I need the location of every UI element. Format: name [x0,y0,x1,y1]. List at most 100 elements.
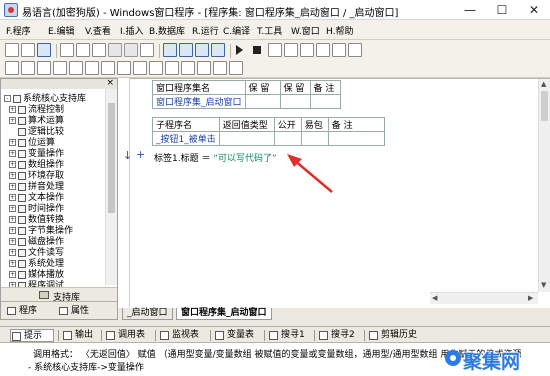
code-line[interactable]: 标签1.标题 ＝ “可以写代码了” [154,151,277,164]
assembly-cell[interactable] [309,94,341,109]
tab-output[interactable]: 输出 [62,329,93,342]
menu-view[interactable]: V.查看 [85,24,111,37]
doc-tab-start-window[interactable]: _启动窗口 [122,308,173,320]
tree-item-text[interactable]: + 文本操作 [9,193,64,204]
tree-item-bytes[interactable]: + 字节集操作 [9,226,73,237]
tab-watch-table[interactable]: 监视表 [159,329,199,342]
tab-tips[interactable]: 提示 [10,329,54,342]
tree-item-core-library[interactable]: - 系统核心支持库 [4,94,86,105]
tree-item-disk[interactable]: + 磁盘操作 [9,237,64,248]
tab-order-icon[interactable] [213,61,227,75]
close-icon[interactable]: × [106,78,114,88]
undo-icon[interactable] [108,43,122,57]
step-out-icon[interactable] [300,43,314,57]
library-scrollbar[interactable] [105,89,117,285]
menu-tools[interactable]: T.工具 [257,24,282,37]
minimize-button[interactable]: — [454,0,486,20]
v-space-icon[interactable] [165,61,179,75]
paste-icon[interactable] [92,43,106,57]
menu-window[interactable]: W.窗口 [291,24,320,37]
find-icon[interactable] [140,43,154,57]
editor-horizontal-scrollbar[interactable]: ◀ ▶ [430,292,538,304]
editor-vertical-scrollbar[interactable]: ▲ ▼ [538,79,550,292]
scroll-up-icon[interactable]: ▲ [541,80,546,88]
tab-clip-history[interactable]: 剪辑历史 [368,329,417,342]
align-middle-icon[interactable] [69,61,83,75]
menu-edit[interactable]: E.编辑 [48,24,75,37]
save-icon[interactable] [37,43,51,57]
sub-cell[interactable] [327,131,385,146]
menu-help[interactable]: H.帮助 [326,24,353,37]
maximize-button[interactable]: ☐ [486,0,518,20]
scroll-right-icon[interactable]: ▶ [528,294,533,302]
menu-program[interactable]: F.程序 [6,24,31,37]
tab-search2[interactable]: 搜寻2 [318,329,355,342]
tree-item-system[interactable]: + 系统处理 [9,259,64,270]
menu-database[interactable]: B.数据库 [149,24,185,37]
h-space-icon[interactable] [149,61,163,75]
doc-tab-assembly[interactable]: 窗口程序集_启动窗口 [176,308,272,320]
center-v-icon[interactable] [197,61,211,75]
tree-item-bit[interactable]: + 位运算 [9,138,55,149]
scroll-thumb[interactable] [541,91,548,121]
tab-variable-table[interactable]: 变量表 [214,329,254,342]
sub-cell[interactable] [300,131,329,146]
new-file-icon[interactable] [5,43,19,57]
menu-run[interactable]: R.运行 [192,24,219,37]
align-center-icon[interactable] [21,61,35,75]
close-button[interactable]: ✕ [518,0,550,20]
tab-program[interactable]: 程序 [5,304,37,318]
assembly-cell[interactable] [244,94,281,109]
tree-item-file[interactable]: + 文件读写 [9,248,64,259]
grid-icon[interactable] [211,43,225,57]
breakpoint-icon[interactable] [316,43,330,57]
tree-item-media[interactable]: + 媒体播放 [9,270,64,281]
align-top-icon[interactable] [53,61,67,75]
watch-icon[interactable] [348,43,362,57]
align-right-icon[interactable] [37,61,51,75]
tab-search1[interactable]: 搜寻1 [268,329,305,342]
scroll-down-icon[interactable]: ▼ [541,281,546,289]
cut-icon[interactable] [60,43,74,57]
scroll-thumb[interactable] [108,103,115,213]
layout-icon[interactable] [179,43,193,57]
tree-item-logic[interactable]: 逻辑比较 [18,127,64,138]
sub-cell[interactable] [218,131,275,146]
center-h-icon[interactable] [181,61,195,75]
run-icon[interactable] [236,45,243,55]
tab-call-table[interactable]: 调用表 [105,329,145,342]
tab-properties[interactable]: 属性 [57,304,89,318]
copy-icon[interactable] [76,43,90,57]
redo-icon[interactable] [124,43,138,57]
align-bottom-icon[interactable] [85,61,99,75]
window-icon[interactable] [195,43,209,57]
sub-name-cell[interactable]: _按钮1_被单击 [152,131,220,146]
tree-item-pinyin[interactable]: + 拼音处理 [9,182,64,193]
same-width-icon[interactable] [101,61,115,75]
tree-item-env[interactable]: + 环境存取 [9,171,64,182]
step-over-icon[interactable] [284,43,298,57]
same-height-icon[interactable] [117,61,131,75]
scroll-left-icon[interactable]: ◀ [432,294,437,302]
align-left-icon[interactable] [5,61,19,75]
tree-item-variable[interactable]: + 变量操作 [9,149,64,160]
menu-compile[interactable]: C.编译 [223,24,250,37]
step-into-icon[interactable] [268,43,282,57]
form-icon[interactable] [163,43,177,57]
same-size-icon[interactable] [133,61,147,75]
tree-item-convert[interactable]: + 数值转换 [9,215,64,226]
debug-window-icon[interactable] [332,43,346,57]
step-marker-arrow[interactable]: ↓ [123,149,132,162]
tree-item-time[interactable]: + 时间操作 [9,204,64,215]
lock-icon[interactable] [229,61,243,75]
tree-item-math[interactable]: + 算术运算 [9,116,64,127]
tree-item-array[interactable]: + 数组操作 [9,160,64,171]
stop-icon[interactable] [253,46,261,54]
open-file-icon[interactable] [21,43,35,57]
sub-cell[interactable] [273,131,302,146]
assembly-name-cell[interactable]: 窗口程序集_启动窗口 [152,94,246,109]
menu-insert[interactable]: I.插入 [120,24,144,37]
expand-marker[interactable]: + [136,148,145,161]
assembly-cell[interactable] [279,94,311,109]
tree-item-flow[interactable]: + 流程控制 [9,105,64,116]
